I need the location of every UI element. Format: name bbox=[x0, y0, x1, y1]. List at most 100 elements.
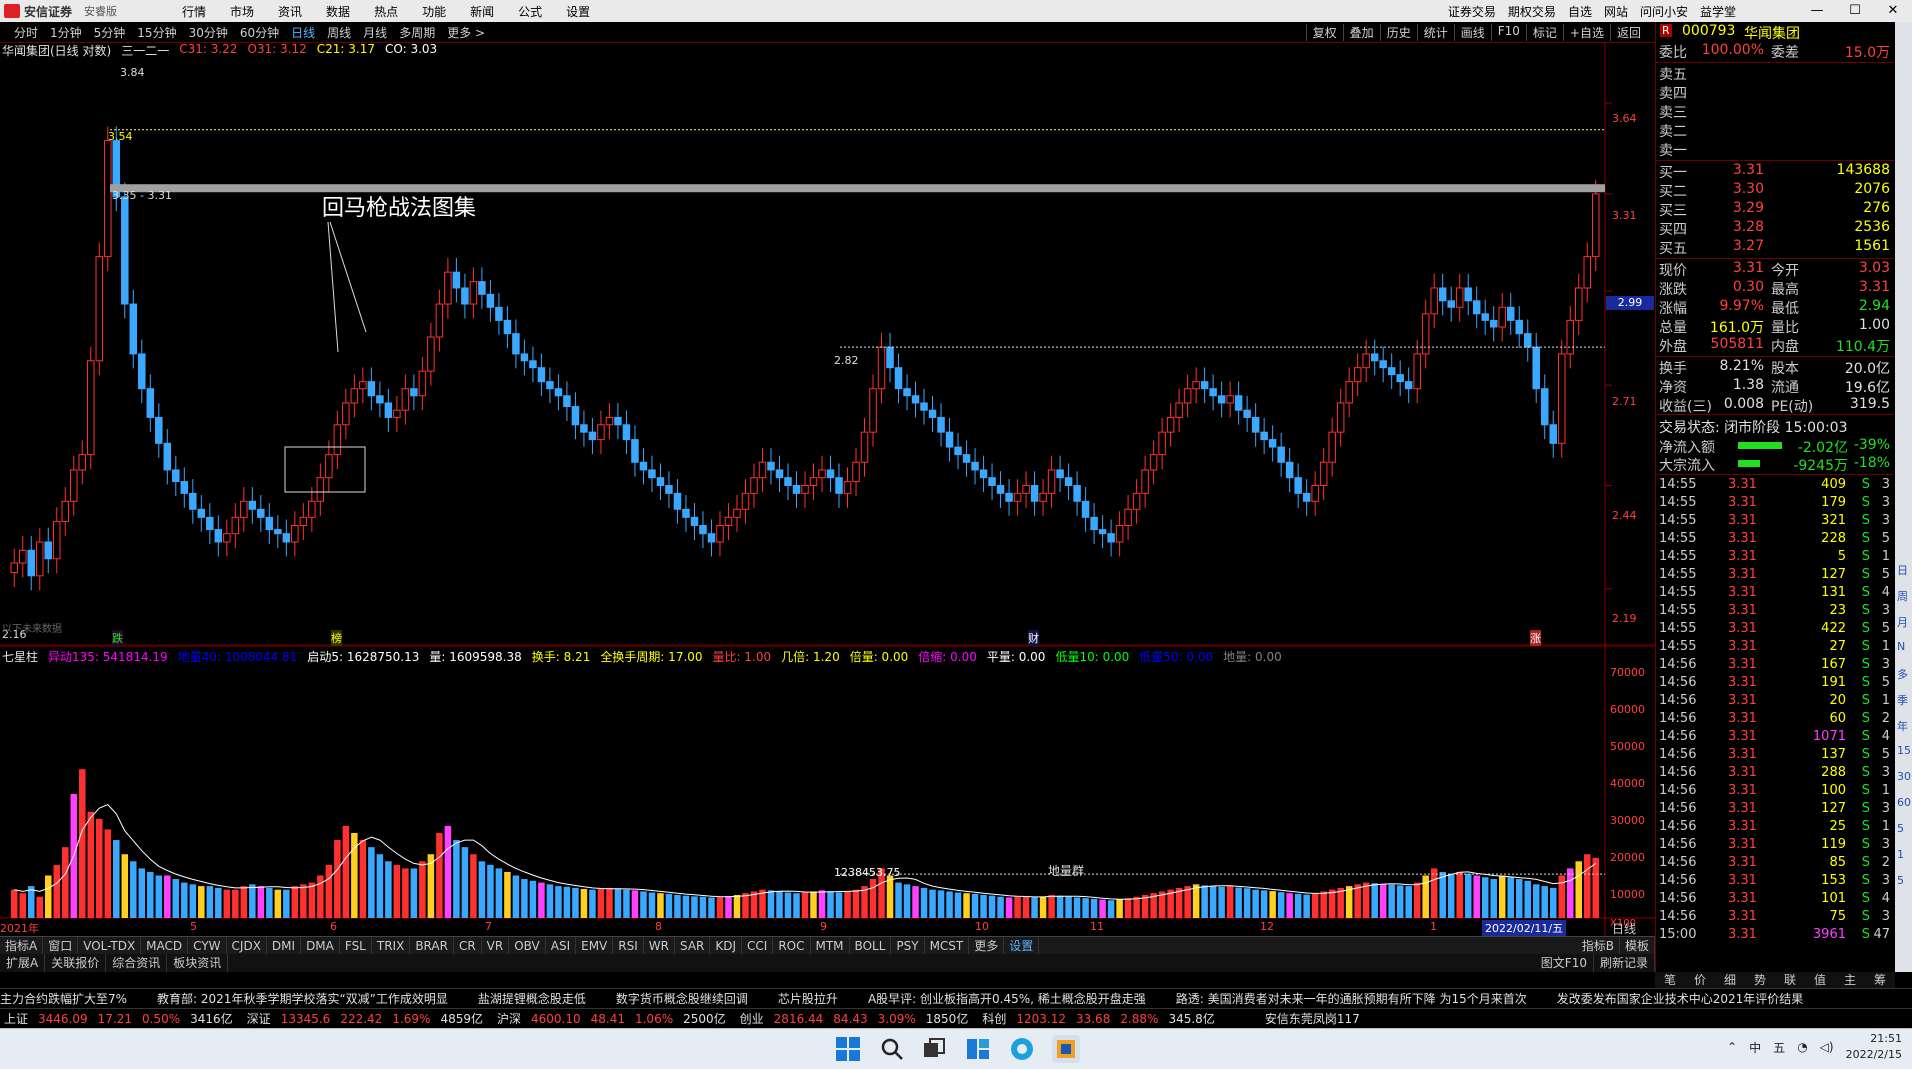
indicator-tab[interactable]: RSI bbox=[613, 937, 644, 955]
buy-level-row[interactable]: 买三 3.29 276 bbox=[1656, 200, 1894, 219]
news-item[interactable]: 教育部: 2021年秋季学期学校落实“双减”工作成效明显 bbox=[157, 989, 448, 1009]
tick-row[interactable]: 14:56 3.31 100 S 1 bbox=[1656, 783, 1894, 801]
tick-row[interactable]: 14:56 3.31 153 S 3 bbox=[1656, 873, 1894, 891]
news-ticker[interactable]: 主力合约跌幅扩大至7% 教育部: 2021年秋季学期学校落实“双减”工作成效明显 盐… bbox=[0, 988, 1912, 1009]
menu-item-hot[interactable]: 热点 bbox=[362, 3, 410, 20]
news-item[interactable]: A股早评: 创业板指高开0.45%, 稀土概念股开盘走强 bbox=[868, 989, 1146, 1009]
link-ask-xiaoan[interactable]: 问问小安 bbox=[1634, 3, 1694, 20]
period-tab-intraday[interactable]: 分时 bbox=[8, 24, 44, 41]
sell-level-row[interactable]: 卖四 bbox=[1656, 83, 1894, 102]
sell-level-row[interactable]: 卖三 bbox=[1656, 102, 1894, 121]
maximize-icon[interactable]: ☐ bbox=[1836, 0, 1874, 22]
news-item[interactable]: 发改委发布国家企业技术中心2021年评价结果 bbox=[1557, 989, 1804, 1009]
period-tab-monthly[interactable]: 月线 bbox=[357, 24, 393, 41]
marker-finance[interactable]: 财 bbox=[1028, 630, 1039, 646]
tick-row[interactable]: 14:55 3.31 27 S 1 bbox=[1656, 639, 1894, 657]
volume-chart[interactable] bbox=[0, 646, 1655, 936]
tool-adjust[interactable]: 复权 bbox=[1305, 24, 1343, 41]
tick-row[interactable]: 14:55 3.31 422 S 5 bbox=[1656, 621, 1894, 639]
tab-f10-graphic[interactable]: 图文F10 bbox=[1535, 954, 1594, 972]
quote-bottom-tab[interactable]: 联 bbox=[1775, 972, 1805, 988]
side-period-icon[interactable]: 1 bbox=[1897, 848, 1904, 861]
side-period-icon[interactable]: 60 bbox=[1897, 796, 1911, 809]
indicator-tab[interactable]: TRIX bbox=[372, 937, 411, 955]
minimize-icon[interactable]: — bbox=[1798, 0, 1836, 22]
sell-level-row[interactable]: 卖二 bbox=[1656, 121, 1894, 140]
buy-level-row[interactable]: 买二 3.30 2076 bbox=[1656, 181, 1894, 200]
indicator-tab[interactable]: DMA bbox=[301, 937, 340, 955]
indicator-tab[interactable]: MCST bbox=[925, 937, 970, 955]
link-website[interactable]: 网站 bbox=[1598, 3, 1634, 20]
menu-item-quotes[interactable]: 行情 bbox=[170, 3, 218, 20]
indicator-tab[interactable]: BRAR bbox=[410, 937, 454, 955]
indicator-tab[interactable]: WR bbox=[644, 937, 675, 955]
tab-sector-news[interactable]: 板块资讯 bbox=[167, 954, 229, 972]
side-period-icon[interactable]: 年 bbox=[1897, 718, 1908, 734]
quote-bottom-tab[interactable]: 筹 bbox=[1865, 972, 1895, 988]
indicator-tab[interactable]: KDJ bbox=[710, 937, 743, 955]
volume-chart-panel[interactable]: 七星柱 异动135: 541814.19 地量40: 1008044.81 启动5:… bbox=[0, 646, 1655, 936]
widgets-icon[interactable] bbox=[964, 1035, 992, 1063]
menu-item-settings[interactable]: 设置 bbox=[554, 3, 602, 20]
tick-row[interactable]: 14:56 3.31 101 S 4 bbox=[1656, 891, 1894, 909]
news-item[interactable]: 芯片股拉升 bbox=[778, 989, 838, 1009]
indicator-tab[interactable]: DMI bbox=[267, 937, 302, 955]
tick-row[interactable]: 14:55 3.31 127 S 5 bbox=[1656, 567, 1894, 585]
ime-indicator[interactable]: 中 bbox=[1749, 1039, 1761, 1056]
volume-title[interactable]: 七星柱 bbox=[2, 648, 38, 665]
quote-bottom-tab[interactable]: 笔 bbox=[1655, 972, 1685, 988]
side-period-icon[interactable]: 季 bbox=[1897, 692, 1908, 708]
news-item[interactable]: 路透: 美国消费者对未来一年的通胀预期有所下降 为15个月来首次 bbox=[1176, 989, 1527, 1009]
tick-row[interactable]: 14:56 3.31 119 S 3 bbox=[1656, 837, 1894, 855]
indicator-tab[interactable]: FSL bbox=[340, 937, 372, 955]
indicator-tab[interactable]: VOL-TDX bbox=[78, 937, 142, 955]
tick-row[interactable]: 14:55 3.31 409 S 3 bbox=[1656, 477, 1894, 495]
indicator-tab[interactable]: MTM bbox=[811, 937, 850, 955]
side-period-icon[interactable]: 月 bbox=[1897, 614, 1908, 630]
link-securities-trading[interactable]: 证券交易 bbox=[1442, 3, 1502, 20]
marker-list[interactable]: 榜 bbox=[331, 630, 342, 646]
tick-row[interactable]: 14:56 3.31 137 S 5 bbox=[1656, 747, 1894, 765]
side-period-icon[interactable]: 日 bbox=[1897, 562, 1908, 578]
index-name[interactable]: 沪深 bbox=[497, 1009, 521, 1029]
tick-row[interactable]: 14:55 3.31 179 S 3 bbox=[1656, 495, 1894, 513]
tick-row[interactable]: 14:56 3.31 25 S 1 bbox=[1656, 819, 1894, 837]
search-icon[interactable] bbox=[878, 1035, 906, 1063]
side-period-icon[interactable]: 多 bbox=[1897, 666, 1908, 682]
indicator-tab[interactable]: BOLL bbox=[850, 937, 892, 955]
indicator-tab[interactable]: MACD bbox=[141, 937, 189, 955]
index-name[interactable]: 科创 bbox=[982, 1009, 1006, 1029]
link-yixuetang[interactable]: 益学堂 bbox=[1694, 3, 1742, 20]
side-period-icon[interactable]: 15 bbox=[1897, 744, 1911, 757]
side-period-icon[interactable]: 5 bbox=[1897, 874, 1904, 887]
kline-chart[interactable] bbox=[0, 42, 1655, 646]
period-tab-multi[interactable]: 多周期 bbox=[393, 24, 441, 41]
indicator-tab[interactable]: 更多 bbox=[969, 937, 1005, 955]
news-item[interactable]: 主力合约跌幅扩大至7% bbox=[0, 989, 127, 1009]
link-watchlist[interactable]: 自选 bbox=[1562, 3, 1598, 20]
menu-item-formula[interactable]: 公式 bbox=[506, 3, 554, 20]
tab-news-summary[interactable]: 综合资讯 bbox=[106, 954, 168, 972]
indicator-tab[interactable]: CJDX bbox=[227, 937, 267, 955]
period-tab-1min[interactable]: 1分钟 bbox=[44, 24, 88, 41]
indicator-name[interactable]: 三一二一 bbox=[121, 42, 169, 59]
indicator-tab[interactable]: 指标A bbox=[0, 937, 44, 955]
sell-level-row[interactable]: 卖五 bbox=[1656, 64, 1894, 83]
tick-row[interactable]: 14:56 3.31 1071 S 4 bbox=[1656, 729, 1894, 747]
tick-row[interactable]: 14:56 3.31 288 S 3 bbox=[1656, 765, 1894, 783]
quote-bottom-tab[interactable]: 值 bbox=[1805, 972, 1835, 988]
period-tab-30min[interactable]: 30分钟 bbox=[183, 24, 234, 41]
indicator-tab[interactable]: 设置 bbox=[1004, 937, 1040, 955]
tool-add-watchlist[interactable]: +自选 bbox=[1562, 24, 1610, 41]
edge-browser-icon[interactable] bbox=[1008, 1035, 1036, 1063]
index-name[interactable]: 创业 bbox=[740, 1009, 764, 1029]
tool-overlay[interactable]: 叠加 bbox=[1342, 24, 1380, 41]
tick-row[interactable]: 14:56 3.31 127 S 3 bbox=[1656, 801, 1894, 819]
quote-bottom-tab[interactable]: 势 bbox=[1745, 972, 1775, 988]
side-period-icon[interactable]: N bbox=[1897, 640, 1905, 653]
tick-row[interactable]: 14:56 3.31 167 S 3 bbox=[1656, 657, 1894, 675]
menu-item-market[interactable]: 市场 bbox=[218, 3, 266, 20]
period-tab-15min[interactable]: 15分钟 bbox=[131, 24, 182, 41]
tool-history[interactable]: 历史 bbox=[1379, 24, 1417, 41]
news-item[interactable]: 盐湖提锂概念股走低 bbox=[478, 989, 586, 1009]
